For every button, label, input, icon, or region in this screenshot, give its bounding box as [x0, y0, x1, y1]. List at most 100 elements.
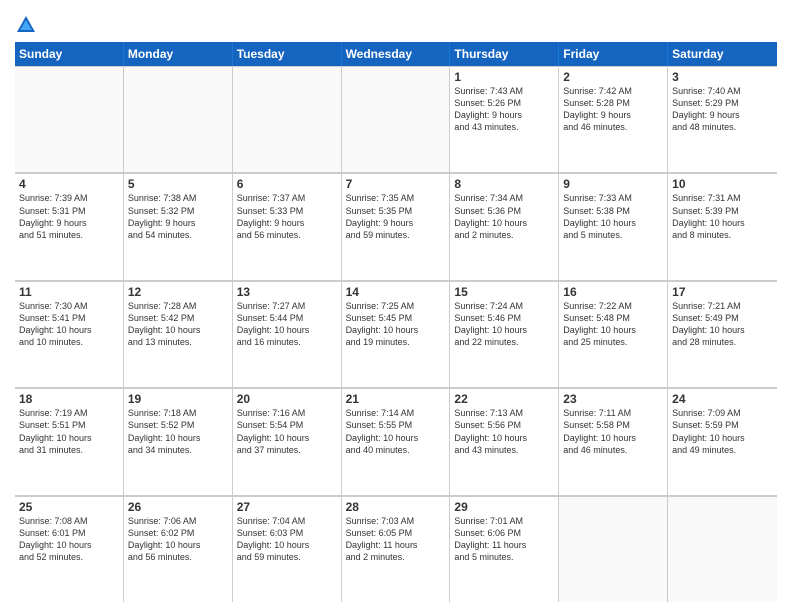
header-day-sunday: Sunday — [15, 42, 124, 66]
day-number: 4 — [19, 177, 119, 191]
calendar-cell: 5Sunrise: 7:38 AM Sunset: 5:32 PM Daylig… — [124, 173, 233, 279]
day-number: 10 — [672, 177, 773, 191]
calendar-cell — [15, 66, 124, 172]
calendar-week-4: 18Sunrise: 7:19 AM Sunset: 5:51 PM Dayli… — [15, 388, 777, 495]
day-number: 8 — [454, 177, 554, 191]
day-number: 13 — [237, 285, 337, 299]
day-number: 3 — [672, 70, 773, 84]
calendar-cell: 9Sunrise: 7:33 AM Sunset: 5:38 PM Daylig… — [559, 173, 668, 279]
calendar-cell: 14Sunrise: 7:25 AM Sunset: 5:45 PM Dayli… — [342, 281, 451, 387]
logo-icon — [15, 14, 37, 36]
calendar-cell: 25Sunrise: 7:08 AM Sunset: 6:01 PM Dayli… — [15, 496, 124, 602]
day-info: Sunrise: 7:09 AM Sunset: 5:59 PM Dayligh… — [672, 407, 773, 456]
day-info: Sunrise: 7:08 AM Sunset: 6:01 PM Dayligh… — [19, 515, 119, 564]
calendar-cell: 7Sunrise: 7:35 AM Sunset: 5:35 PM Daylig… — [342, 173, 451, 279]
calendar-cell: 13Sunrise: 7:27 AM Sunset: 5:44 PM Dayli… — [233, 281, 342, 387]
day-number: 11 — [19, 285, 119, 299]
day-number: 22 — [454, 392, 554, 406]
header-day-tuesday: Tuesday — [233, 42, 342, 66]
day-info: Sunrise: 7:28 AM Sunset: 5:42 PM Dayligh… — [128, 300, 228, 349]
day-info: Sunrise: 7:16 AM Sunset: 5:54 PM Dayligh… — [237, 407, 337, 456]
day-info: Sunrise: 7:35 AM Sunset: 5:35 PM Dayligh… — [346, 192, 446, 241]
day-number: 21 — [346, 392, 446, 406]
day-number: 16 — [563, 285, 663, 299]
calendar-cell: 26Sunrise: 7:06 AM Sunset: 6:02 PM Dayli… — [124, 496, 233, 602]
header — [15, 10, 777, 36]
day-info: Sunrise: 7:11 AM Sunset: 5:58 PM Dayligh… — [563, 407, 663, 456]
day-info: Sunrise: 7:25 AM Sunset: 5:45 PM Dayligh… — [346, 300, 446, 349]
calendar-cell: 12Sunrise: 7:28 AM Sunset: 5:42 PM Dayli… — [124, 281, 233, 387]
logo — [15, 14, 39, 36]
day-info: Sunrise: 7:30 AM Sunset: 5:41 PM Dayligh… — [19, 300, 119, 349]
calendar-cell: 28Sunrise: 7:03 AM Sunset: 6:05 PM Dayli… — [342, 496, 451, 602]
calendar-week-2: 4Sunrise: 7:39 AM Sunset: 5:31 PM Daylig… — [15, 173, 777, 280]
day-number: 9 — [563, 177, 663, 191]
day-info: Sunrise: 7:31 AM Sunset: 5:39 PM Dayligh… — [672, 192, 773, 241]
calendar-cell — [559, 496, 668, 602]
calendar-cell: 23Sunrise: 7:11 AM Sunset: 5:58 PM Dayli… — [559, 388, 668, 494]
day-info: Sunrise: 7:03 AM Sunset: 6:05 PM Dayligh… — [346, 515, 446, 564]
day-info: Sunrise: 7:27 AM Sunset: 5:44 PM Dayligh… — [237, 300, 337, 349]
day-info: Sunrise: 7:14 AM Sunset: 5:55 PM Dayligh… — [346, 407, 446, 456]
calendar-cell: 22Sunrise: 7:13 AM Sunset: 5:56 PM Dayli… — [450, 388, 559, 494]
day-number: 27 — [237, 500, 337, 514]
header-day-monday: Monday — [124, 42, 233, 66]
calendar-cell: 15Sunrise: 7:24 AM Sunset: 5:46 PM Dayli… — [450, 281, 559, 387]
day-number: 14 — [346, 285, 446, 299]
calendar-cell: 20Sunrise: 7:16 AM Sunset: 5:54 PM Dayli… — [233, 388, 342, 494]
calendar-week-5: 25Sunrise: 7:08 AM Sunset: 6:01 PM Dayli… — [15, 496, 777, 602]
calendar-cell: 2Sunrise: 7:42 AM Sunset: 5:28 PM Daylig… — [559, 66, 668, 172]
day-number: 7 — [346, 177, 446, 191]
day-info: Sunrise: 7:21 AM Sunset: 5:49 PM Dayligh… — [672, 300, 773, 349]
calendar-cell: 27Sunrise: 7:04 AM Sunset: 6:03 PM Dayli… — [233, 496, 342, 602]
calendar-cell: 18Sunrise: 7:19 AM Sunset: 5:51 PM Dayli… — [15, 388, 124, 494]
day-info: Sunrise: 7:42 AM Sunset: 5:28 PM Dayligh… — [563, 85, 663, 134]
day-info: Sunrise: 7:38 AM Sunset: 5:32 PM Dayligh… — [128, 192, 228, 241]
calendar-cell: 3Sunrise: 7:40 AM Sunset: 5:29 PM Daylig… — [668, 66, 777, 172]
day-info: Sunrise: 7:37 AM Sunset: 5:33 PM Dayligh… — [237, 192, 337, 241]
page: SundayMondayTuesdayWednesdayThursdayFrid… — [0, 0, 792, 612]
calendar-cell: 17Sunrise: 7:21 AM Sunset: 5:49 PM Dayli… — [668, 281, 777, 387]
calendar-cell: 19Sunrise: 7:18 AM Sunset: 5:52 PM Dayli… — [124, 388, 233, 494]
day-info: Sunrise: 7:40 AM Sunset: 5:29 PM Dayligh… — [672, 85, 773, 134]
day-info: Sunrise: 7:04 AM Sunset: 6:03 PM Dayligh… — [237, 515, 337, 564]
day-info: Sunrise: 7:13 AM Sunset: 5:56 PM Dayligh… — [454, 407, 554, 456]
day-info: Sunrise: 7:39 AM Sunset: 5:31 PM Dayligh… — [19, 192, 119, 241]
calendar-body: 1Sunrise: 7:43 AM Sunset: 5:26 PM Daylig… — [15, 66, 777, 602]
day-number: 19 — [128, 392, 228, 406]
day-info: Sunrise: 7:33 AM Sunset: 5:38 PM Dayligh… — [563, 192, 663, 241]
day-number: 26 — [128, 500, 228, 514]
day-info: Sunrise: 7:01 AM Sunset: 6:06 PM Dayligh… — [454, 515, 554, 564]
calendar-cell: 24Sunrise: 7:09 AM Sunset: 5:59 PM Dayli… — [668, 388, 777, 494]
day-info: Sunrise: 7:34 AM Sunset: 5:36 PM Dayligh… — [454, 192, 554, 241]
day-number: 29 — [454, 500, 554, 514]
calendar-cell — [342, 66, 451, 172]
calendar-header: SundayMondayTuesdayWednesdayThursdayFrid… — [15, 42, 777, 66]
day-number: 1 — [454, 70, 554, 84]
day-number: 17 — [672, 285, 773, 299]
day-number: 20 — [237, 392, 337, 406]
day-number: 25 — [19, 500, 119, 514]
calendar-cell: 8Sunrise: 7:34 AM Sunset: 5:36 PM Daylig… — [450, 173, 559, 279]
day-info: Sunrise: 7:43 AM Sunset: 5:26 PM Dayligh… — [454, 85, 554, 134]
day-number: 6 — [237, 177, 337, 191]
calendar-cell: 10Sunrise: 7:31 AM Sunset: 5:39 PM Dayli… — [668, 173, 777, 279]
day-number: 23 — [563, 392, 663, 406]
calendar-week-1: 1Sunrise: 7:43 AM Sunset: 5:26 PM Daylig… — [15, 66, 777, 173]
calendar-cell: 1Sunrise: 7:43 AM Sunset: 5:26 PM Daylig… — [450, 66, 559, 172]
day-number: 12 — [128, 285, 228, 299]
calendar-cell: 16Sunrise: 7:22 AM Sunset: 5:48 PM Dayli… — [559, 281, 668, 387]
calendar-cell — [668, 496, 777, 602]
calendar: SundayMondayTuesdayWednesdayThursdayFrid… — [15, 42, 777, 602]
day-number: 24 — [672, 392, 773, 406]
calendar-cell: 21Sunrise: 7:14 AM Sunset: 5:55 PM Dayli… — [342, 388, 451, 494]
day-info: Sunrise: 7:24 AM Sunset: 5:46 PM Dayligh… — [454, 300, 554, 349]
calendar-cell — [233, 66, 342, 172]
calendar-cell: 29Sunrise: 7:01 AM Sunset: 6:06 PM Dayli… — [450, 496, 559, 602]
calendar-cell: 11Sunrise: 7:30 AM Sunset: 5:41 PM Dayli… — [15, 281, 124, 387]
header-day-friday: Friday — [559, 42, 668, 66]
calendar-cell: 6Sunrise: 7:37 AM Sunset: 5:33 PM Daylig… — [233, 173, 342, 279]
day-info: Sunrise: 7:18 AM Sunset: 5:52 PM Dayligh… — [128, 407, 228, 456]
header-day-wednesday: Wednesday — [342, 42, 451, 66]
calendar-week-3: 11Sunrise: 7:30 AM Sunset: 5:41 PM Dayli… — [15, 281, 777, 388]
